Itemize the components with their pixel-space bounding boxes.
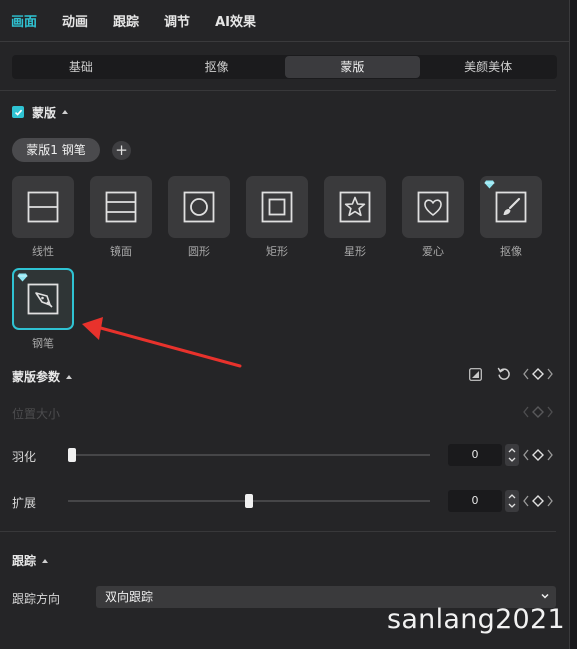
next-keyframe-icon[interactable] [547, 495, 553, 507]
prev-keyframe-icon[interactable] [523, 368, 529, 380]
pen-mask-icon [27, 283, 59, 315]
tracking-section-header: 跟踪 [12, 552, 49, 569]
properties-panel: 画面 动画 跟踪 调节 AI效果 基础 抠像 蒙版 美颜美体 蒙版 蒙版1 钢笔… [0, 0, 570, 649]
reset-icon[interactable] [497, 367, 511, 381]
mask-shape-linear[interactable]: 线性 [12, 176, 74, 259]
keyframe-controls [523, 368, 553, 380]
feather-label: 羽化 [12, 450, 37, 464]
mask-shape-star[interactable]: 星形 [324, 176, 386, 259]
prev-keyframe-icon [523, 406, 529, 418]
mask-shape-rectangle[interactable]: 矩形 [246, 176, 308, 259]
mask-params-header: 蒙版参数 [12, 368, 73, 385]
star-mask-icon [339, 191, 371, 223]
feather-stepper[interactable] [505, 444, 519, 466]
mask-shape-mirror[interactable]: 镜面 [90, 176, 152, 259]
heart-mask-icon [417, 191, 449, 223]
expand-slider[interactable] [68, 494, 430, 508]
feather-keyframe-controls [523, 449, 553, 461]
diamond-icon [484, 180, 495, 189]
add-keyframe-icon[interactable] [532, 449, 544, 461]
expand-keyframe-controls [523, 495, 553, 507]
collapse-caret-icon[interactable] [42, 558, 49, 563]
tracking-direction-label: 跟踪方向 [12, 592, 61, 606]
keyframe-controls-disabled [523, 406, 553, 418]
prev-keyframe-icon[interactable] [523, 449, 529, 461]
tab-tracking[interactable]: 跟踪 [113, 11, 139, 30]
expand-value-input[interactable]: 0 [448, 490, 502, 512]
feather-slider-thumb[interactable] [68, 448, 76, 462]
diamond-icon [17, 273, 28, 282]
mask-section-title: 蒙版 [32, 105, 57, 120]
chevron-down-icon [541, 593, 549, 599]
shape-label: 圆形 [188, 245, 210, 258]
invert-mask-icon[interactable] [469, 368, 482, 381]
tab-adjust[interactable]: 调节 [164, 11, 190, 30]
mask-section-header: 蒙版 [12, 104, 69, 120]
next-keyframe-icon[interactable] [547, 449, 553, 461]
mask-shape-brush[interactable]: 抠像 [480, 176, 542, 259]
sub-tab-mask[interactable]: 蒙版 [284, 56, 421, 78]
divider [0, 531, 556, 532]
rectangle-mask-icon [261, 191, 293, 223]
mask-enable-checkbox[interactable] [12, 106, 24, 118]
sub-tab-cutout[interactable]: 抠像 [149, 56, 285, 78]
tab-animation[interactable]: 动画 [62, 11, 88, 30]
mask-params-title: 蒙版参数 [12, 370, 61, 384]
linear-mask-icon [27, 191, 59, 223]
collapse-caret-icon[interactable] [62, 110, 69, 114]
shape-label: 线性 [32, 245, 54, 258]
expand-label: 扩展 [12, 496, 37, 510]
circle-mask-icon [183, 191, 215, 223]
feather-slider[interactable] [68, 448, 430, 462]
mask-instance-chip[interactable]: 蒙版1 钢笔 [12, 138, 100, 162]
shape-label: 矩形 [266, 245, 288, 258]
add-keyframe-icon[interactable] [532, 368, 544, 380]
shape-label: 爱心 [422, 245, 444, 258]
sub-tab-beauty[interactable]: 美颜美体 [420, 56, 556, 78]
mirror-mask-icon [105, 191, 137, 223]
expand-slider-thumb[interactable] [245, 494, 253, 508]
tab-ai-effects[interactable]: AI效果 [215, 11, 256, 30]
add-keyframe-icon [532, 406, 544, 418]
divider [0, 90, 556, 91]
shape-label: 钢笔 [32, 337, 54, 350]
tab-picture[interactable]: 画面 [11, 11, 37, 30]
mask-shape-pen[interactable]: 钢笔 [12, 268, 74, 351]
collapse-caret-icon[interactable] [66, 374, 73, 379]
add-keyframe-icon[interactable] [532, 495, 544, 507]
mask-shape-circle[interactable]: 圆形 [168, 176, 230, 259]
sub-tab-basic[interactable]: 基础 [13, 56, 149, 78]
next-keyframe-icon [547, 406, 553, 418]
sub-tab-segment: 基础 抠像 蒙版 美颜美体 [12, 55, 557, 79]
shape-label: 镜面 [110, 245, 132, 258]
mask-shape-heart[interactable]: 爱心 [402, 176, 464, 259]
brush-mask-icon [495, 191, 527, 223]
shape-label: 星形 [344, 245, 366, 258]
next-keyframe-icon[interactable] [547, 368, 553, 380]
add-mask-button[interactable]: + [112, 141, 131, 160]
position-size-label: 位置大小 [12, 407, 61, 421]
expand-stepper[interactable] [505, 490, 519, 512]
shape-label: 抠像 [500, 245, 522, 258]
prev-keyframe-icon[interactable] [523, 495, 529, 507]
watermark-text: sanlang2021 [386, 604, 565, 635]
feather-value-input[interactable]: 0 [448, 444, 502, 466]
tracking-section-title: 跟踪 [12, 554, 37, 568]
tracking-direction-value: 双向跟踪 [105, 590, 154, 604]
top-tab-bar: 画面 动画 跟踪 调节 AI效果 [0, 0, 570, 42]
